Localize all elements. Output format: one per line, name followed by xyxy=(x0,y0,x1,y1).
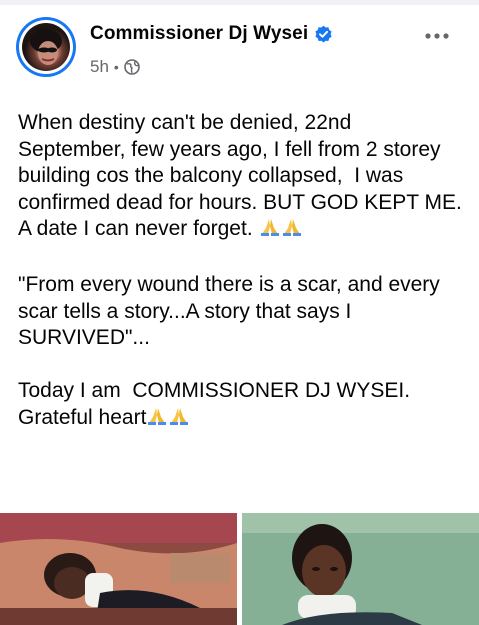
photo-neck-brace[interactable] xyxy=(242,513,479,625)
photo-hospital-bed[interactable] xyxy=(0,513,237,625)
meta-separator: • xyxy=(113,59,119,75)
avatar[interactable] xyxy=(16,17,76,77)
post-header: Commissioner Dj Wysei 5h • xyxy=(16,17,466,83)
post-text: When destiny can't be denied, 22nd Septe… xyxy=(18,110,463,434)
post-time[interactable]: 5h xyxy=(90,57,109,77)
top-divider xyxy=(0,0,479,5)
author-name[interactable]: Commissioner Dj Wysei xyxy=(90,23,308,45)
verified-badge-icon xyxy=(314,25,333,44)
globe-icon[interactable] xyxy=(124,59,140,75)
praying-hands-emoji xyxy=(259,216,303,246)
post-paragraph: Today I am COMMISSIONER DJ WYSEI. Gratef… xyxy=(18,378,463,434)
post-paragraph: "From every wound there is a scar, and e… xyxy=(18,272,463,352)
post-meta: 5h • xyxy=(90,57,140,77)
more-options-icon[interactable] xyxy=(423,25,451,47)
author-row: Commissioner Dj Wysei xyxy=(90,23,333,45)
paragraph-text: When destiny can't be denied, 22nd Septe… xyxy=(18,111,467,240)
post-paragraph: When destiny can't be denied, 22nd Septe… xyxy=(18,110,463,246)
avatar-photo xyxy=(22,23,70,71)
post-photos xyxy=(0,513,479,625)
paragraph-text: "From every wound there is a scar, and e… xyxy=(18,273,446,349)
praying-hands-emoji xyxy=(146,405,190,435)
paragraph-text: Today I am COMMISSIONER DJ WYSEI. Gratef… xyxy=(18,379,416,429)
